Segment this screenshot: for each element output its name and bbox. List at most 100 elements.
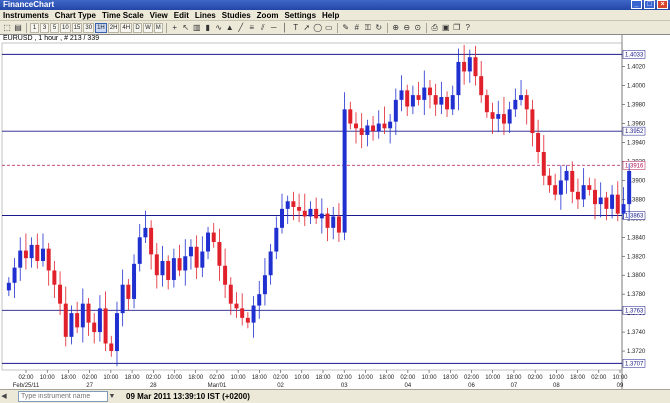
candle-body (177, 258, 182, 271)
y-tick-label: 1.3720 (627, 349, 646, 355)
select-icon[interactable]: ⬚ (2, 23, 12, 33)
timeframe-2h-button[interactable]: 2H (107, 22, 120, 33)
status-bar: ◀ ▼ 09 Mar 2011 13:39:10 IST (+0200) (0, 389, 670, 403)
candle-body (160, 261, 165, 276)
minimize-button[interactable]: _ (631, 0, 642, 9)
save-icon[interactable]: ▣ (441, 23, 451, 33)
x-tick-label: 02:00 (209, 375, 225, 381)
layout-icon[interactable]: ▤ (13, 23, 23, 33)
refresh-icon[interactable]: ↻ (374, 23, 384, 33)
candle-body (382, 123, 387, 129)
cursor-icon[interactable]: ↖ (181, 23, 191, 33)
x-tick-label: 02:00 (82, 375, 98, 381)
candle-body (206, 232, 211, 252)
line-chart-icon[interactable]: ∿ (214, 23, 224, 33)
y-tick-label: 1.3800 (627, 273, 646, 279)
candle-body (166, 261, 171, 280)
chart-area[interactable]: 1.40201.40001.39801.39601.39401.39201.39… (0, 34, 670, 390)
candle-body (171, 258, 176, 280)
candle-body (564, 170, 569, 181)
menu-edit[interactable]: Edit (171, 10, 192, 20)
price-chart[interactable]: 1.40201.40001.39801.39601.39401.39201.39… (0, 35, 670, 390)
y-tick-label: 1.3840 (627, 235, 646, 241)
x-tick-label: 02:00 (591, 375, 607, 381)
rectangle-icon[interactable]: ▭ (324, 23, 334, 33)
candle-body (553, 185, 558, 195)
menu-settings[interactable]: Settings (281, 10, 319, 20)
bar-chart-icon[interactable]: ▥ (192, 23, 202, 33)
candle-body (194, 246, 199, 268)
x-tick-label: 18:00 (252, 375, 268, 381)
lock-icon[interactable]: ⚿ (363, 23, 373, 33)
candle-body (75, 313, 80, 328)
menu-lines[interactable]: Lines (192, 10, 219, 20)
timeframe-4h-button[interactable]: 4H (120, 22, 133, 33)
x-tick-label: 18:00 (61, 375, 77, 381)
candle-icon[interactable]: ▮ (203, 23, 213, 33)
candle-body (473, 57, 478, 77)
candle-body (251, 305, 256, 323)
candle-body (52, 270, 57, 285)
timeframe-15-button[interactable]: 15 (71, 22, 83, 33)
help-icon[interactable]: ? (463, 23, 473, 33)
candle-body (103, 308, 108, 344)
toolbar: ⬚ ▤ 1 3 5 10 15 30 1H 2H 4H D W M + ↖ ▥ ▮ ∿ ▲ ╱ ≡ ⫽… (0, 21, 670, 34)
area-chart-icon[interactable]: ▲ (225, 23, 235, 33)
timeframe-1-button[interactable]: 1 (30, 22, 39, 33)
fibonacci-icon[interactable]: ≡ (247, 23, 257, 33)
timeframe-3-button[interactable]: 3 (40, 22, 49, 33)
arrow-icon[interactable]: ➚ (302, 23, 312, 33)
menu-view[interactable]: View (147, 10, 171, 20)
vertical-line-icon[interactable]: │ (280, 23, 290, 33)
candle-body (183, 256, 188, 271)
dropdown-arrow-icon[interactable]: ▼ (108, 391, 116, 402)
zoom-out-icon[interactable]: ⊖ (402, 23, 412, 33)
candle-body (23, 250, 28, 259)
text-icon[interactable]: T (291, 23, 301, 33)
close-button[interactable]: × (657, 0, 668, 9)
menu-time-scale[interactable]: Time Scale (99, 10, 147, 20)
ellipse-icon[interactable]: ◯ (313, 23, 323, 33)
candle-body (46, 248, 51, 271)
timeframe-10-button[interactable]: 10 (60, 22, 71, 33)
timeframe-5-button[interactable]: 5 (50, 22, 59, 33)
timeframe-d-button[interactable]: D (133, 22, 143, 33)
candle-body (92, 322, 97, 333)
x-tick-label: 18:00 (379, 375, 395, 381)
timeframe-m-button[interactable]: M (153, 22, 163, 33)
zoom-reset-icon[interactable]: ⊙ (413, 23, 423, 33)
instrument-search-input[interactable] (18, 391, 108, 402)
scroll-left-icon[interactable]: ◀ (0, 391, 8, 402)
x-tick-label: 18:00 (125, 375, 141, 381)
menu-chart-type[interactable]: Chart Type (52, 10, 99, 20)
maximize-button[interactable]: □ (644, 0, 655, 9)
menu-studies[interactable]: Studies (219, 10, 254, 20)
y-tick-label: 1.3960 (627, 122, 646, 128)
timeframe-30-button[interactable]: 30 (83, 22, 95, 33)
trendline-icon[interactable]: ╱ (236, 23, 246, 33)
candle-body (280, 208, 285, 228)
grid-icon[interactable]: # (352, 23, 362, 33)
candle-body (132, 263, 137, 299)
zoom-in-icon[interactable]: ⊕ (391, 23, 401, 33)
candle-body (507, 109, 512, 124)
pen-icon[interactable]: ✎ (341, 23, 351, 33)
x-tick-label: 18:00 (443, 375, 459, 381)
menu-zoom[interactable]: Zoom (254, 10, 282, 20)
horizontal-line-icon[interactable]: ─ (269, 23, 279, 33)
candle-body (501, 114, 506, 124)
candle-body (29, 244, 34, 259)
level-label: 1.3863 (625, 214, 644, 220)
timeframe-1h-button[interactable]: 1H (95, 22, 107, 33)
candle-body (12, 267, 17, 283)
print-icon[interactable]: ⎙ (430, 23, 440, 33)
x-tick-label: 10:00 (294, 375, 310, 381)
copy-icon[interactable]: ❐ (452, 23, 462, 33)
menu-help[interactable]: Help (319, 10, 342, 20)
channel-icon[interactable]: ⫽ (258, 23, 268, 33)
timeframe-w-button[interactable]: W (143, 22, 153, 33)
current-price-label: 1.3916 (625, 163, 644, 169)
menu-instruments[interactable]: Instruments (0, 10, 52, 20)
crosshair-icon[interactable]: + (170, 23, 180, 33)
candle-body (439, 97, 444, 105)
